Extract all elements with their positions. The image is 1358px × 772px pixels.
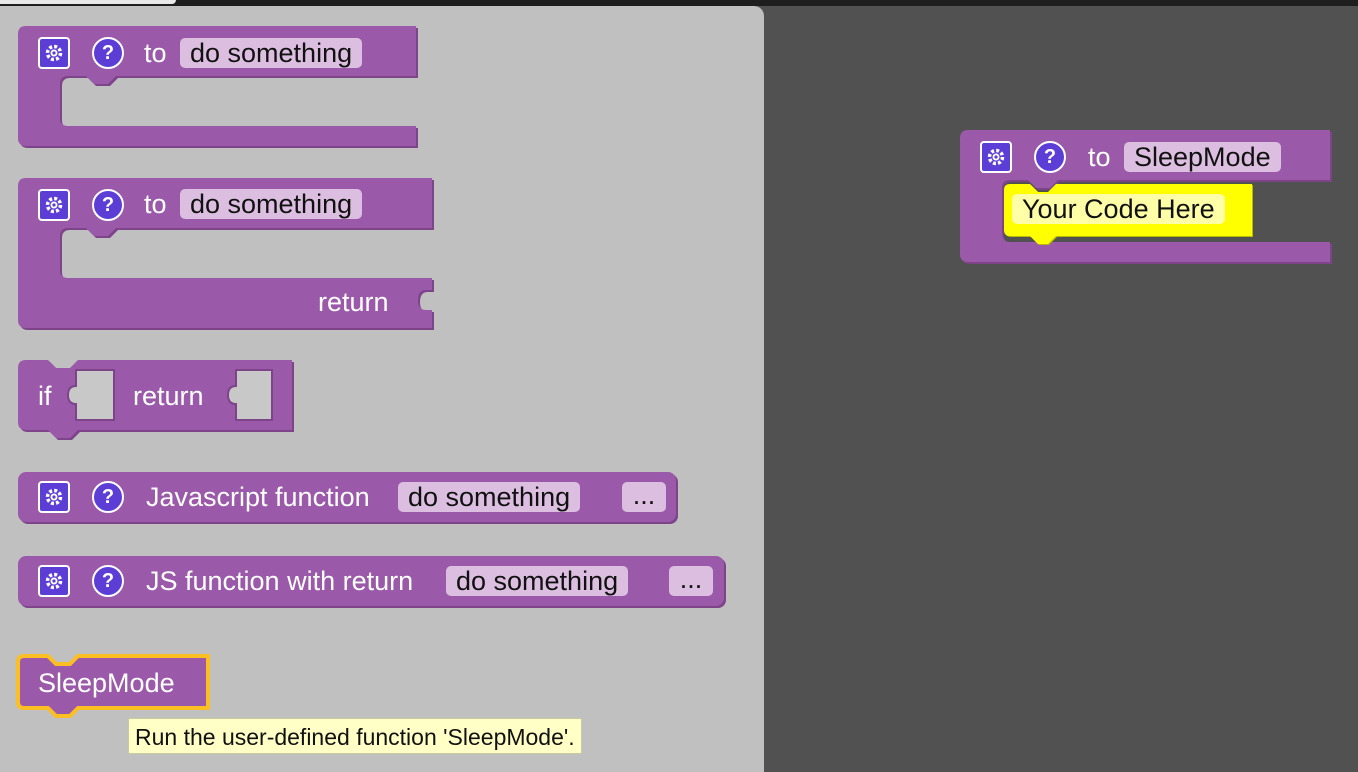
js-function-return-label: JS function with return [146,566,414,596]
mutator-gear-icon[interactable] [980,141,1012,173]
procedure-name-field[interactable]: SleepMode [1124,142,1281,172]
js-function-return-name-field[interactable]: do something [446,566,629,596]
if-label: if [38,381,52,411]
your-code-here-field[interactable]: Your Code Here [1012,194,1225,224]
procedure-block-no-return[interactable]: ? to do something [18,26,418,148]
help-question-icon[interactable]: ? [92,565,124,597]
to-label: to [144,38,167,68]
js-code-button[interactable]: ... [669,566,713,596]
js-function-block[interactable]: ? Javascript function do something ... [18,472,682,526]
workspace-sleepmode-procedure[interactable]: ? to SleepMode Your Code Here [960,130,1334,266]
if-return-block[interactable]: if return [18,360,298,440]
help-question-icon[interactable]: ? [92,189,124,221]
js-function-name-field[interactable]: do something [398,482,581,512]
help-question-icon[interactable]: ? [92,37,124,69]
mutator-gear-icon[interactable] [38,189,70,221]
mutator-gear-icon[interactable] [38,481,70,513]
mutator-gear-icon[interactable] [38,37,70,69]
mutator-gear-icon[interactable] [38,565,70,597]
procedure-block-with-return[interactable]: ? to do something return [18,178,438,330]
to-label: to [144,189,167,219]
help-question-icon[interactable]: ? [1034,141,1066,173]
procedure-name-field[interactable]: do something [180,189,363,219]
help-question-icon[interactable]: ? [92,481,124,513]
procedure-name-field[interactable]: do something [180,38,363,68]
return-label: return [133,381,204,411]
return-label: return [318,287,389,317]
active-tab[interactable] [0,0,176,4]
js-code-button[interactable]: ... [622,482,666,512]
js-function-return-block[interactable]: ? JS function with return do something .… [18,556,730,610]
to-label: to [1088,142,1111,172]
block-tooltip: Run the user-defined function 'SleepMode… [128,718,582,754]
js-function-label: Javascript function [146,482,370,512]
call-name-label: SleepMode [38,668,175,698]
call-sleepmode-block[interactable]: SleepMode [16,654,212,718]
